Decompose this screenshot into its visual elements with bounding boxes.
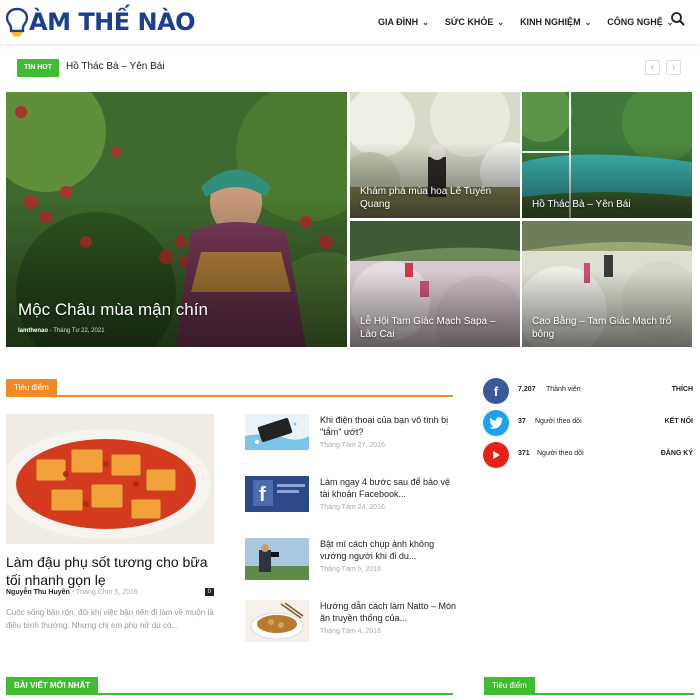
hot-badge: TIN HOT xyxy=(17,59,59,77)
list-item: Hướng dẫn cách làm Natto – Món ăn truyền… xyxy=(245,600,456,650)
ticker-next-button[interactable]: › xyxy=(666,60,681,75)
nav-item-kinh-nghiem[interactable]: KINH NGHIỆM ⌄ xyxy=(520,17,591,27)
focus-widget-header: Tiêu điểm xyxy=(484,677,694,695)
facebook-image: f xyxy=(245,476,309,512)
latest-posts-header: BÀI VIẾT MỚI NHẤT xyxy=(6,677,453,695)
nav-item-cong-nghe[interactable]: CÔNG NGHỆ ⌄ xyxy=(607,17,673,27)
focus-section-header: Tiêu điểm xyxy=(6,379,453,397)
facebook-counter: f 7,207 Thành viên THÍCH xyxy=(483,378,693,406)
facebook-like-button[interactable]: THÍCH xyxy=(672,386,693,393)
ticker-prev-button[interactable]: ‹ xyxy=(645,60,660,75)
list-item-date: Tháng Tám 5, 2016 xyxy=(320,566,381,573)
featured-image[interactable] xyxy=(6,414,214,544)
featured-meta: Nguyễn Thu Huyền - Tháng Chín 5, 2016 0 xyxy=(6,588,214,596)
featured-author[interactable]: Nguyễn Thu Huyền xyxy=(6,589,70,596)
bird-shape xyxy=(489,417,503,429)
focus-widget-label: Tiêu điểm xyxy=(484,677,535,695)
twitter-follow-button[interactable]: KẾT NỐI xyxy=(665,418,693,425)
chevron-down-icon: ⌄ xyxy=(584,17,592,27)
lightbulb-icon xyxy=(6,7,28,37)
featured-title[interactable]: Làm đậu phụ sốt tương cho bữa tối nhanh … xyxy=(6,553,211,589)
nav-item-suc-khoe[interactable]: SỨC KHỎE ⌄ xyxy=(445,17,504,27)
list-item-thumbnail[interactable] xyxy=(245,600,309,642)
svg-text:f: f xyxy=(259,484,266,506)
twitter-icon[interactable] xyxy=(483,410,509,436)
hero-main-tile[interactable]: Mộc Châu mùa mận chín xyxy=(6,92,347,347)
list-item-date: Tháng Tám 27, 2016 xyxy=(320,442,385,449)
chevron-down-icon: ⌄ xyxy=(422,17,429,27)
twitter-label: Người theo dõi xyxy=(535,418,582,425)
list-item-title[interactable]: Bật mí cách chụp ảnh không vướng người k… xyxy=(320,538,460,562)
list-item-date: Tháng Tám 4, 2016 xyxy=(320,628,381,635)
hero-main-date: Tháng Tư 22, 2021 xyxy=(53,328,105,334)
hero-main-author[interactable]: lamthenao xyxy=(18,328,48,334)
comment-count[interactable]: 0 xyxy=(204,588,214,596)
tofu-dish-image xyxy=(6,414,214,544)
hero-tile-hoa-le[interactable]: Khám phá mùa hoa Lê Tuyên Quang xyxy=(350,92,520,218)
site-header: ÀM THẾ NÀO GIA ĐÌNH ⌄ SỨC KHỎE ⌄ KINH NGHI… xyxy=(0,0,700,44)
featured-excerpt: Cuộc sống bận rộn, đôi khi việc bận nên … xyxy=(6,608,214,630)
hero-main-meta: lamthenao - Tháng Tư 22, 2021 xyxy=(18,328,105,334)
nav-label: GIA ĐÌNH xyxy=(378,17,419,27)
ticker-headline[interactable]: Hồ Thác Bà – Yên Bái xyxy=(66,61,165,72)
facebook-icon[interactable]: f xyxy=(483,378,509,404)
logo-text: ÀM THẾ NÀO xyxy=(29,8,196,36)
chevron-down-icon: ⌄ xyxy=(497,17,505,27)
list-item-title[interactable]: Hướng dẫn cách làm Natto – Món ăn truyền… xyxy=(320,600,460,624)
twitter-count: 37 xyxy=(518,418,526,425)
nav-item-gia-dinh[interactable]: GIA ĐÌNH ⌄ xyxy=(378,17,429,27)
youtube-subscribe-button[interactable]: ĐĂNG KÝ xyxy=(661,450,693,457)
youtube-count: 371 xyxy=(518,450,530,457)
phone-water-image xyxy=(245,414,309,450)
youtube-counter: 371 Người theo dõi ĐĂNG KÝ xyxy=(483,442,693,470)
hero-tile-title[interactable]: Cao Bằng – Tam Giác Mạch trổ bông xyxy=(532,315,684,341)
list-item-title[interactable]: Làm ngay 4 bước sau để bảo vệ tài khoản … xyxy=(320,476,460,500)
list-item-title[interactable]: Khi điện thoại của bạn vô tình bị "tắm" … xyxy=(320,414,460,438)
focus-section-label: Tiêu điểm xyxy=(6,379,57,397)
search-icon[interactable] xyxy=(670,11,686,27)
latest-posts-label: BÀI VIẾT MỚI NHẤT xyxy=(6,677,99,695)
featured-date: Tháng Chín 5, 2016 xyxy=(75,589,138,596)
site-logo[interactable]: ÀM THẾ NÀO xyxy=(6,4,196,40)
list-item: Bật mí cách chụp ảnh không vướng người k… xyxy=(245,538,455,588)
facebook-count: 7,207 xyxy=(518,386,536,393)
facebook-label: Thành viên xyxy=(546,386,581,393)
play-shape xyxy=(493,451,500,459)
main-nav: GIA ĐÌNH ⌄ SỨC KHỎE ⌄ KINH NGHIỆM ⌄ CÔNG NG… xyxy=(378,0,689,44)
nav-label: KINH NGHIỆM xyxy=(520,17,581,27)
youtube-label: Người theo dõi xyxy=(537,450,584,457)
hero-main-gradient xyxy=(6,194,347,347)
hero-tile-title[interactable]: Lễ Hội Tam Giác Mạch Sapa – Lào Cai xyxy=(360,315,512,341)
nav-label: CÔNG NGHỆ xyxy=(607,17,663,27)
hero-tile-cao-bang[interactable]: Cao Bằng – Tam Giác Mạch trổ bông xyxy=(522,221,692,347)
natto-bowl-image xyxy=(245,600,309,642)
list-item: Khi điện thoại của bạn vô tình bị "tắm" … xyxy=(245,414,455,464)
news-ticker: TIN HOT Hồ Thác Bà – Yên Bái ‹ › xyxy=(0,55,700,81)
hero-tile-title[interactable]: Hồ Thác Bà – Yên Bái xyxy=(532,198,684,211)
list-item-thumbnail[interactable] xyxy=(245,538,309,580)
twitter-counter: 37 Người theo dõi KẾT NỐI xyxy=(483,410,693,438)
photographer-image xyxy=(245,538,309,580)
youtube-icon[interactable] xyxy=(483,442,509,468)
list-item-date: Tháng Tám 24, 2016 xyxy=(320,504,385,511)
hero-tile-sapa[interactable]: Lễ Hội Tam Giác Mạch Sapa – Lào Cai xyxy=(350,221,520,347)
hero-tile-thac-ba[interactable]: Hồ Thác Bà – Yên Bái xyxy=(522,92,692,218)
hero-tile-title[interactable]: Khám phá mùa hoa Lê Tuyên Quang xyxy=(360,185,512,211)
list-item: f Làm ngay 4 bước sau để bảo vệ tài khoả… xyxy=(245,476,455,526)
list-item-thumbnail[interactable] xyxy=(245,414,309,450)
nav-label: SỨC KHỎE xyxy=(444,17,494,27)
list-item-thumbnail[interactable]: f xyxy=(245,476,309,512)
hero-main-title[interactable]: Mộc Châu mùa mận chín xyxy=(18,300,339,320)
